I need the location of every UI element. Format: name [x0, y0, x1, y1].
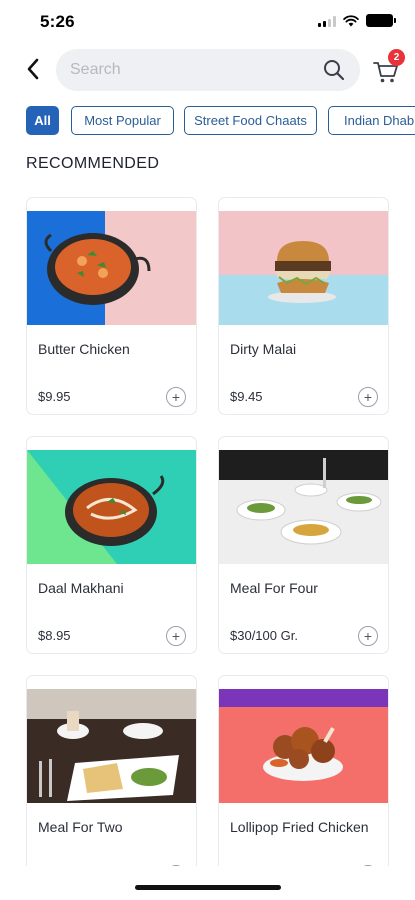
- battery-icon: [366, 14, 396, 27]
- filter-chip-street-food-chaats[interactable]: Street Food Chaats: [184, 106, 317, 135]
- product-image: [27, 450, 196, 564]
- product-name: Meal For Four: [230, 580, 318, 596]
- cart-badge: 2: [388, 49, 405, 66]
- product-card[interactable]: Butter Chicken $9.95 +: [26, 197, 197, 415]
- product-name: Meal For Two: [38, 819, 123, 835]
- product-image: [27, 689, 196, 803]
- plus-icon: +: [171, 389, 181, 405]
- signal-icon: [318, 15, 336, 27]
- status-icons: [318, 14, 396, 27]
- bottom-safe-area: [0, 866, 415, 900]
- add-to-cart-button[interactable]: +: [358, 626, 378, 646]
- product-image: [27, 211, 196, 325]
- plus-icon: +: [363, 628, 373, 644]
- product-price: $8.95: [38, 628, 71, 643]
- product-image: [219, 211, 388, 325]
- product-card[interactable]: Lollipop Fried Chicken +: [218, 675, 389, 893]
- status-time: 5:26: [40, 12, 75, 31]
- category-filter-row: All Most Popular Street Food Chaats Indi…: [26, 106, 415, 136]
- product-card[interactable]: Meal For Two +: [26, 675, 197, 893]
- product-image: [219, 450, 388, 564]
- product-name: Butter Chicken: [38, 341, 130, 357]
- product-name: Daal Makhani: [38, 580, 124, 596]
- product-card[interactable]: Daal Makhani $8.95 +: [26, 436, 197, 654]
- top-bar: 2: [0, 48, 415, 92]
- add-to-cart-button[interactable]: +: [358, 387, 378, 407]
- product-card[interactable]: Dirty Malai $9.45 +: [218, 197, 389, 415]
- search-icon[interactable]: [322, 58, 346, 82]
- product-price: $30/100 Gr.: [230, 628, 298, 643]
- plus-icon: +: [171, 628, 181, 644]
- product-card[interactable]: Meal For Four $30/100 Gr. +: [218, 436, 389, 654]
- chevron-left-icon: [27, 58, 39, 80]
- plus-icon: +: [363, 389, 373, 405]
- section-title: RECOMMENDED: [26, 155, 160, 172]
- back-button[interactable]: [18, 54, 48, 84]
- product-name: Lollipop Fried Chicken: [230, 819, 369, 835]
- product-price: $9.45: [230, 389, 263, 404]
- status-bar: 5:26: [0, 0, 415, 44]
- filter-chip-indian-dhaba[interactable]: Indian Dhab: [328, 106, 415, 135]
- search-input[interactable]: [70, 49, 310, 91]
- filter-chip-most-popular[interactable]: Most Popular: [71, 106, 174, 135]
- home-indicator[interactable]: [135, 885, 281, 890]
- add-to-cart-button[interactable]: +: [166, 626, 186, 646]
- wifi-icon: [343, 14, 359, 26]
- product-name: Dirty Malai: [230, 341, 297, 357]
- cart-button[interactable]: 2: [372, 49, 406, 86]
- add-to-cart-button[interactable]: +: [166, 387, 186, 407]
- search-bar: [56, 49, 360, 91]
- filter-chip-all[interactable]: All: [26, 106, 59, 135]
- product-image: [219, 689, 388, 803]
- product-price: $9.95: [38, 389, 71, 404]
